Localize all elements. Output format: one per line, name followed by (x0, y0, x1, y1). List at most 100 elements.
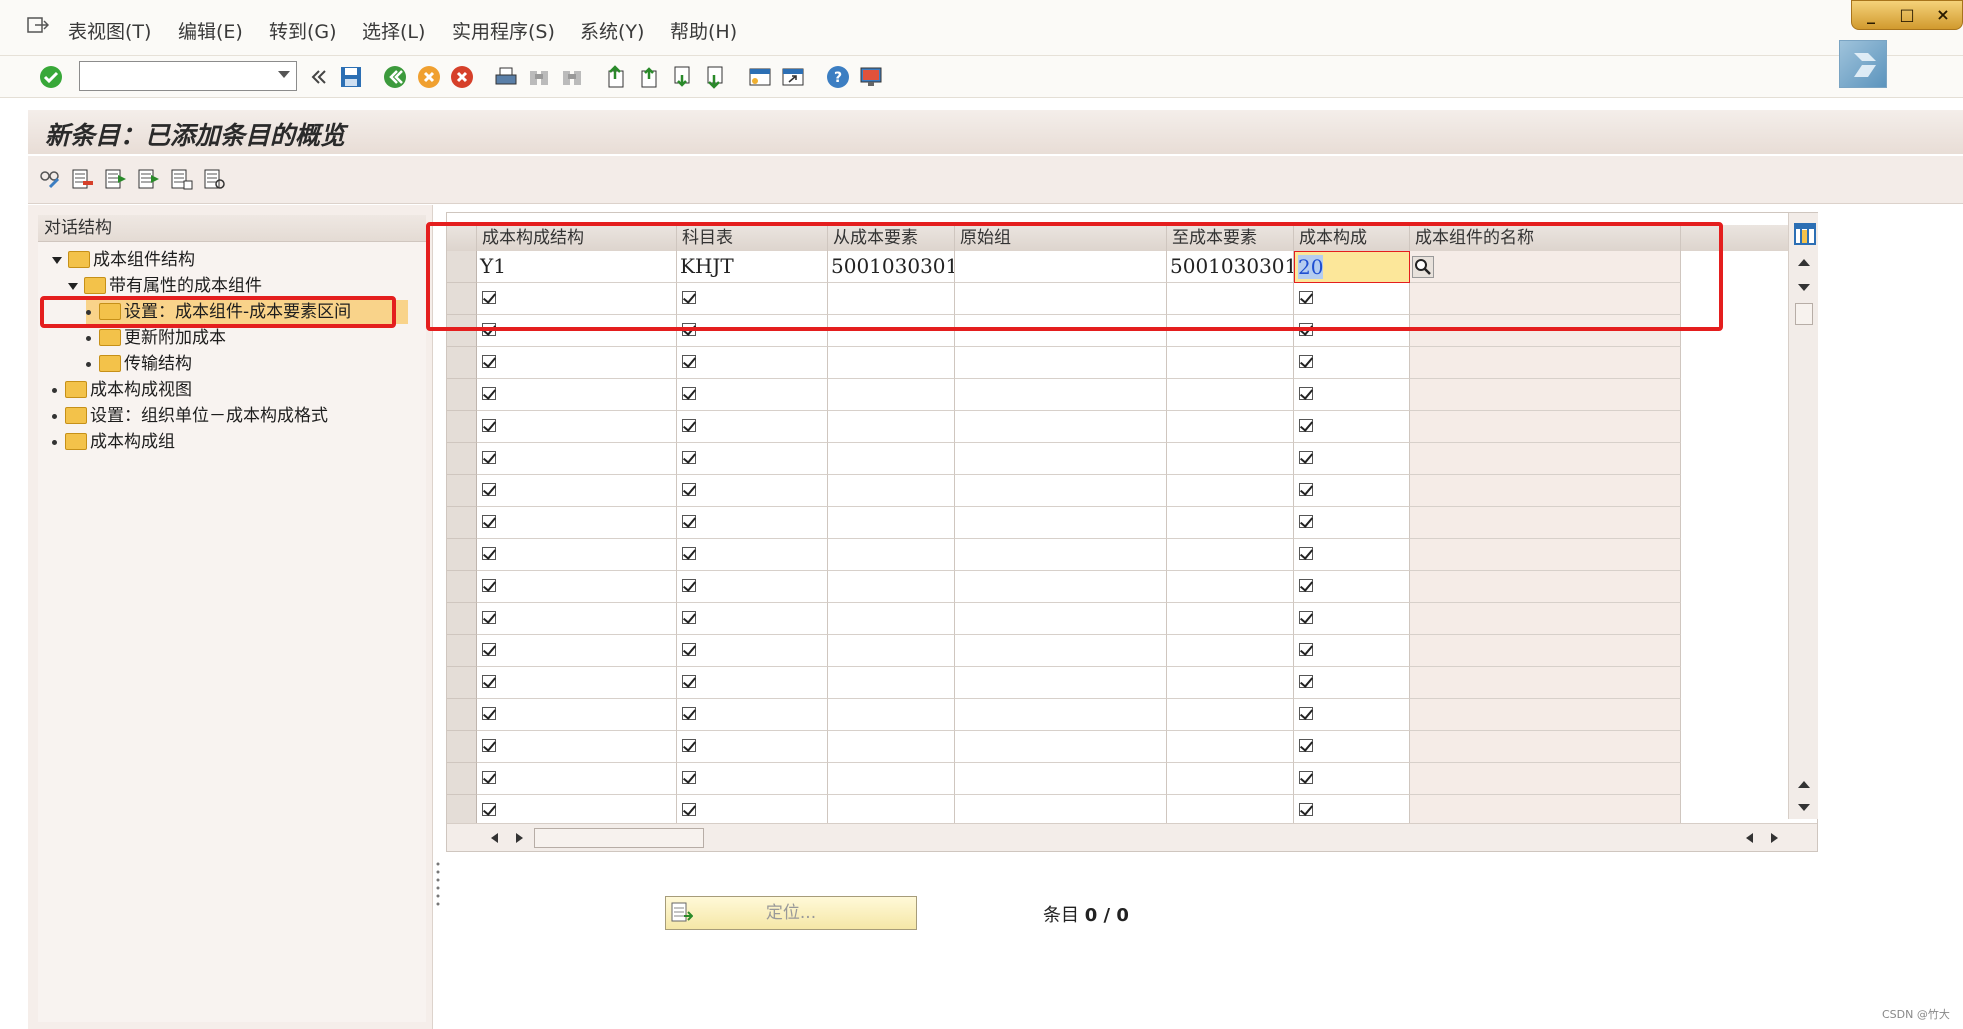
chevron-down-icon[interactable] (278, 71, 290, 78)
cell-chart-of-accounts[interactable] (677, 379, 828, 411)
cell-cost-comp-structure[interactable] (477, 571, 677, 603)
close-icon[interactable]: × (1932, 4, 1954, 26)
cell-from-cost-element[interactable] (828, 411, 955, 443)
cell-cost-component[interactable] (1294, 763, 1410, 795)
cell-origin-group[interactable] (955, 379, 1167, 411)
menu-system[interactable]: 系统(Y) (580, 17, 644, 44)
cell-cost-component[interactable] (1294, 603, 1410, 635)
cell-chart-of-accounts[interactable] (677, 347, 828, 379)
row-selector[interactable] (447, 667, 477, 699)
cell-from-cost-element[interactable] (828, 699, 955, 731)
scroll-down-icon[interactable] (1797, 803, 1811, 813)
command-input[interactable] (80, 62, 270, 90)
row-selector[interactable] (447, 699, 477, 731)
row-selector[interactable] (447, 603, 477, 635)
shortcut-icon[interactable] (781, 65, 805, 89)
minimize-icon[interactable]: _ (1860, 4, 1882, 26)
cell-origin-group[interactable] (955, 443, 1167, 475)
next-page-icon[interactable] (671, 65, 695, 89)
cell-origin-group[interactable] (955, 603, 1167, 635)
cell-to-cost-element[interactable] (1167, 603, 1294, 635)
cell-from-cost-element[interactable] (828, 379, 955, 411)
cell-to-cost-element[interactable] (1167, 411, 1294, 443)
copy-as-icon[interactable] (104, 167, 128, 191)
cell-chart-of-accounts[interactable] (677, 507, 828, 539)
cell-chart-of-accounts[interactable] (677, 571, 828, 603)
scroll-down-icon[interactable] (1797, 283, 1811, 293)
cell-to-cost-element[interactable] (1167, 379, 1294, 411)
cell-chart-of-accounts[interactable] (677, 475, 828, 507)
cell-from-cost-element[interactable] (828, 539, 955, 571)
cell-to-cost-element[interactable] (1167, 635, 1294, 667)
cell-to-cost-element[interactable] (1167, 571, 1294, 603)
cell-from-cost-element[interactable] (828, 731, 955, 763)
cell-cost-component[interactable] (1294, 379, 1410, 411)
deselect-all-icon[interactable] (203, 167, 227, 191)
row-selector[interactable] (447, 443, 477, 475)
cell-cost-component[interactable] (1294, 667, 1410, 699)
save-icon[interactable] (339, 65, 363, 89)
cell-origin-group[interactable] (955, 635, 1167, 667)
scroll-left-icon[interactable] (1744, 832, 1754, 844)
cell-origin-group[interactable] (955, 731, 1167, 763)
cell-to-cost-element[interactable] (1167, 507, 1294, 539)
cell-chart-of-accounts[interactable] (677, 667, 828, 699)
cell-cost-component[interactable] (1294, 635, 1410, 667)
last-page-icon[interactable] (704, 65, 728, 89)
tree-node-org-unit-layout[interactable]: 设置：组织单位－成本构成格式 (52, 404, 328, 428)
cell-cost-comp-structure[interactable] (477, 411, 677, 443)
cell-to-cost-element[interactable] (1167, 475, 1294, 507)
cell-cost-component[interactable] (1294, 475, 1410, 507)
menu-table-view[interactable]: 表视图(T) (68, 17, 151, 44)
scroll-right-icon[interactable] (1770, 832, 1780, 844)
cell-cost-comp-structure[interactable] (477, 763, 677, 795)
cell-from-cost-element[interactable] (828, 667, 955, 699)
customize-layout-icon[interactable] (859, 65, 883, 89)
cell-cost-component[interactable] (1294, 731, 1410, 763)
cell-to-cost-element[interactable] (1167, 667, 1294, 699)
find-icon[interactable] (527, 65, 551, 89)
cell-cost-comp-structure[interactable] (477, 507, 677, 539)
cell-cost-component[interactable] (1294, 571, 1410, 603)
menu-help[interactable]: 帮助(H) (670, 17, 737, 44)
tree-node-transfer-structure[interactable]: 传输结构 (86, 352, 192, 376)
expand-arrow-icon[interactable] (68, 282, 78, 290)
expand-arrow-icon[interactable] (52, 256, 62, 264)
exit-icon[interactable] (417, 65, 441, 89)
prev-page-icon[interactable] (638, 65, 662, 89)
cell-chart-of-accounts[interactable] (677, 539, 828, 571)
cell-to-cost-element[interactable] (1167, 763, 1294, 795)
cell-origin-group[interactable] (955, 539, 1167, 571)
scroll-up-icon[interactable] (1797, 779, 1811, 789)
cell-to-cost-element[interactable] (1167, 443, 1294, 475)
row-selector[interactable] (447, 411, 477, 443)
tree-node-cost-comp-with-attributes[interactable]: 带有属性的成本组件 (68, 274, 262, 298)
menu-select[interactable]: 选择(L) (362, 17, 425, 44)
select-all-icon[interactable] (170, 167, 194, 191)
cell-origin-group[interactable] (955, 699, 1167, 731)
cell-from-cost-element[interactable] (828, 443, 955, 475)
cell-cost-comp-structure[interactable] (477, 603, 677, 635)
cell-to-cost-element[interactable] (1167, 731, 1294, 763)
tree-node-cost-comp-view[interactable]: 成本构成视图 (52, 378, 192, 402)
menu-utilities[interactable]: 实用程序(S) (452, 17, 555, 44)
menu-edit[interactable]: 编辑(E) (178, 17, 243, 44)
row-selector[interactable] (447, 763, 477, 795)
cell-from-cost-element[interactable] (828, 603, 955, 635)
cell-from-cost-element[interactable] (828, 763, 955, 795)
cell-chart-of-accounts[interactable] (677, 411, 828, 443)
column-settings-icon[interactable] (1794, 223, 1816, 245)
menu-goto[interactable]: 转到(G) (269, 17, 337, 44)
cell-from-cost-element[interactable] (828, 475, 955, 507)
horizontal-scroll-thumb[interactable] (534, 828, 704, 848)
display-change-icon[interactable] (38, 167, 62, 191)
row-selector[interactable] (447, 731, 477, 763)
cell-cost-component[interactable] (1294, 411, 1410, 443)
command-field[interactable] (79, 61, 297, 91)
cell-cost-component[interactable] (1294, 539, 1410, 571)
tree-node-cost-comp-structure[interactable]: 成本组件结构 (52, 248, 195, 272)
cell-cost-component[interactable] (1294, 699, 1410, 731)
cell-cost-component[interactable] (1294, 443, 1410, 475)
delete-row-icon[interactable] (71, 167, 95, 191)
cell-cost-comp-structure[interactable] (477, 443, 677, 475)
